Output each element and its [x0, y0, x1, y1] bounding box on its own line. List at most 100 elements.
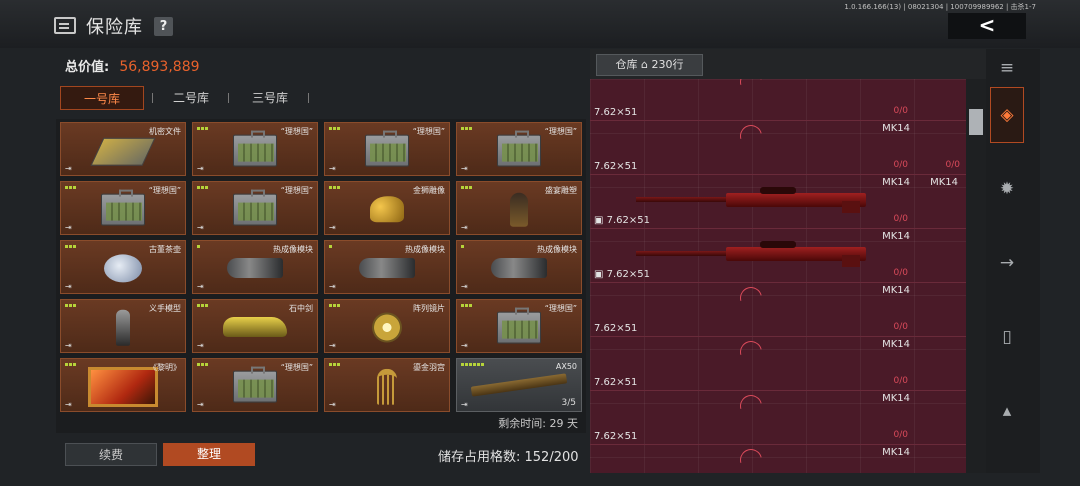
transfer-icon[interactable]: ⇥ — [197, 400, 204, 409]
magazine-icon[interactable]: ▯ — [990, 309, 1024, 365]
sort-button[interactable]: 整理 — [163, 443, 255, 466]
total-value: 56,893,889 — [119, 59, 200, 75]
weapon-name: MK14 — [930, 177, 958, 188]
tab-vault-1[interactable]: 一号库 — [60, 86, 144, 110]
transfer-icon[interactable]: ⇥ — [197, 282, 204, 291]
vault-slot[interactable]: 金狮雕像 ⇥ — [324, 181, 450, 235]
layers-icon[interactable]: ◈ — [990, 87, 1024, 143]
vault-slot[interactable]: “理想国” ⇥ — [324, 122, 450, 176]
warehouse-label: 仓库 — [615, 58, 638, 71]
rarity-dots — [65, 186, 76, 189]
vault-slot[interactable]: 鎏金羽宫 ⇥ — [324, 358, 450, 412]
rarity-dots — [461, 127, 472, 130]
vault-slot[interactable]: 热成像模块 ⇥ — [324, 240, 450, 294]
total-value-row: 总价值: 56,893,889 — [65, 56, 200, 75]
total-value-label: 总价值: — [65, 60, 110, 75]
transfer-icon[interactable]: ⇥ — [197, 164, 204, 173]
rarity-dots — [461, 245, 464, 248]
rarity-dots — [65, 363, 76, 366]
ammo-icon[interactable]: ▴ — [990, 383, 1024, 439]
help-button[interactable]: ? — [154, 17, 173, 36]
transfer-icon[interactable]: ⇥ — [197, 223, 204, 232]
warehouse-button[interactable]: 仓库 ⌂ 230行 — [596, 54, 703, 76]
warehouse-row[interactable]: 7.62×51 MK14 0/0 — [590, 390, 966, 445]
transfer-icon[interactable]: ⇥ — [329, 341, 336, 350]
rarity-dots — [197, 186, 208, 189]
vault-slot[interactable]: “理想国” ⇥ — [60, 181, 186, 235]
transfer-icon[interactable]: ⇥ — [461, 282, 468, 291]
magazine-count: 0/0 — [893, 160, 908, 170]
vault-slot[interactable]: “理想国” ⇥ — [456, 122, 582, 176]
vault-slot[interactable]: 热成像模块 ⇥ — [456, 240, 582, 294]
vault-slot[interactable]: 机密文件 ⇥ — [60, 122, 186, 176]
transfer-icon[interactable]: ⇥ — [461, 400, 468, 409]
warehouse-row[interactable]: 7.62×51 MK14 0/0 — [590, 282, 966, 337]
item-image — [510, 192, 528, 227]
warehouse-header: 仓库 ⌂ 230行 — [590, 49, 986, 79]
item-name: “理想国” — [280, 186, 313, 195]
warehouse-row[interactable]: ▣ 7.62×51 MK14 0/0 — [590, 229, 966, 283]
item-name: 盛宴雕塑 — [545, 186, 577, 195]
vault-slot[interactable]: 热成像模块 ⇥ — [192, 240, 318, 294]
vault-slot[interactable]: 《黎明》 ⇥ — [60, 358, 186, 412]
vault-slot[interactable]: 盛宴雕塑 ⇥ — [456, 181, 582, 235]
vault-slot[interactable]: 阵列镜片 ⇥ — [324, 299, 450, 353]
vault-slot[interactable]: 石中剑 ⇥ — [192, 299, 318, 353]
transfer-icon[interactable]: ⇥ — [329, 164, 336, 173]
stack-refresh-icon[interactable]: ≡ — [990, 53, 1024, 83]
magazine-count: 0/0 — [893, 268, 908, 278]
transfer-icon[interactable]: ⇥ — [197, 341, 204, 350]
back-button[interactable]: < — [948, 13, 1026, 39]
transfer-icon[interactable]: ⇥ — [65, 164, 72, 173]
rarity-dots — [329, 127, 340, 130]
item-image — [359, 258, 415, 278]
item-image — [227, 258, 283, 278]
loading-ring-icon — [735, 79, 767, 98]
weapon-name: MK14 — [882, 447, 910, 458]
vault-slot[interactable]: “理想国” ⇥ — [456, 299, 582, 353]
vault-slot[interactable]: 义手模型 ⇥ — [60, 299, 186, 353]
item-image — [372, 312, 402, 343]
tab-vault-3[interactable]: 三号库 — [234, 86, 306, 110]
scroll-thumb[interactable] — [969, 109, 983, 135]
vault-slot[interactable]: “理想国” ⇥ — [192, 181, 318, 235]
transfer-icon[interactable]: ⇥ — [329, 282, 336, 291]
transfer-icon[interactable]: ⇥ — [65, 400, 72, 409]
item-name: 古董茶壶 — [149, 245, 181, 254]
magazine-count: 0/0 — [893, 322, 908, 332]
warehouse-row[interactable]: MK14 — [590, 444, 966, 473]
transfer-icon[interactable]: ⇥ — [461, 223, 468, 232]
grenade-icon[interactable]: ✹ — [990, 161, 1024, 217]
vault-tabs: 一号库 二号库 三号库 — [58, 86, 578, 110]
magazine-count: 0/0 — [893, 430, 908, 440]
warehouse-grid[interactable]: 7.62×51 0/0 7.62×51 MK14 0/0 0/0 ▣ 7.62×51 MK14… — [590, 79, 966, 473]
item-image — [497, 130, 541, 167]
warehouse-row[interactable]: 7.62×51 MK14 0/0 — [590, 336, 966, 391]
transfer-icon[interactable]: ⇥ — [461, 164, 468, 173]
vault-slot[interactable]: AX50 ⇥ 3/5 — [456, 358, 582, 412]
item-image — [233, 189, 277, 226]
transfer-icon[interactable]: ⇥ — [65, 341, 72, 350]
warehouse-row[interactable]: 7.62×51 0/0 — [590, 79, 966, 121]
vault-slot[interactable]: “理想国” ⇥ — [192, 358, 318, 412]
transfer-icon[interactable]: ⇥ — [65, 223, 72, 232]
renew-button[interactable]: 续费 — [65, 443, 157, 466]
ammo-type: ▣ 7.62×51 — [594, 215, 650, 226]
transfer-icon[interactable]: ⇥ — [329, 400, 336, 409]
warehouse-row[interactable]: ▣ 7.62×51 MK14 MK14 0/0 — [590, 175, 966, 229]
transfer-icon[interactable]: ⇥ — [329, 223, 336, 232]
vault-slot[interactable]: “理想国” ⇥ — [192, 122, 318, 176]
vault-slot[interactable]: 古董茶壶 ⇥ — [60, 240, 186, 294]
rarity-dots — [329, 363, 340, 366]
item-name: “理想国” — [280, 127, 313, 136]
ammo-type: ▣ 7.62×51 — [594, 269, 650, 280]
transfer-icon[interactable]: ⇥ — [461, 341, 468, 350]
item-image — [233, 130, 277, 167]
tab-vault-2[interactable]: 二号库 — [156, 86, 226, 110]
ammo-type: 7.62×51 — [594, 107, 638, 118]
rifle-icon[interactable]: → — [990, 235, 1024, 291]
warehouse-row[interactable]: 7.62×51 MK14 0/0 0/0 — [590, 120, 966, 175]
sniper-rifle-image — [636, 187, 868, 213]
transfer-icon[interactable]: ⇥ — [65, 282, 72, 291]
warehouse-scrollbar[interactable] — [966, 79, 986, 473]
